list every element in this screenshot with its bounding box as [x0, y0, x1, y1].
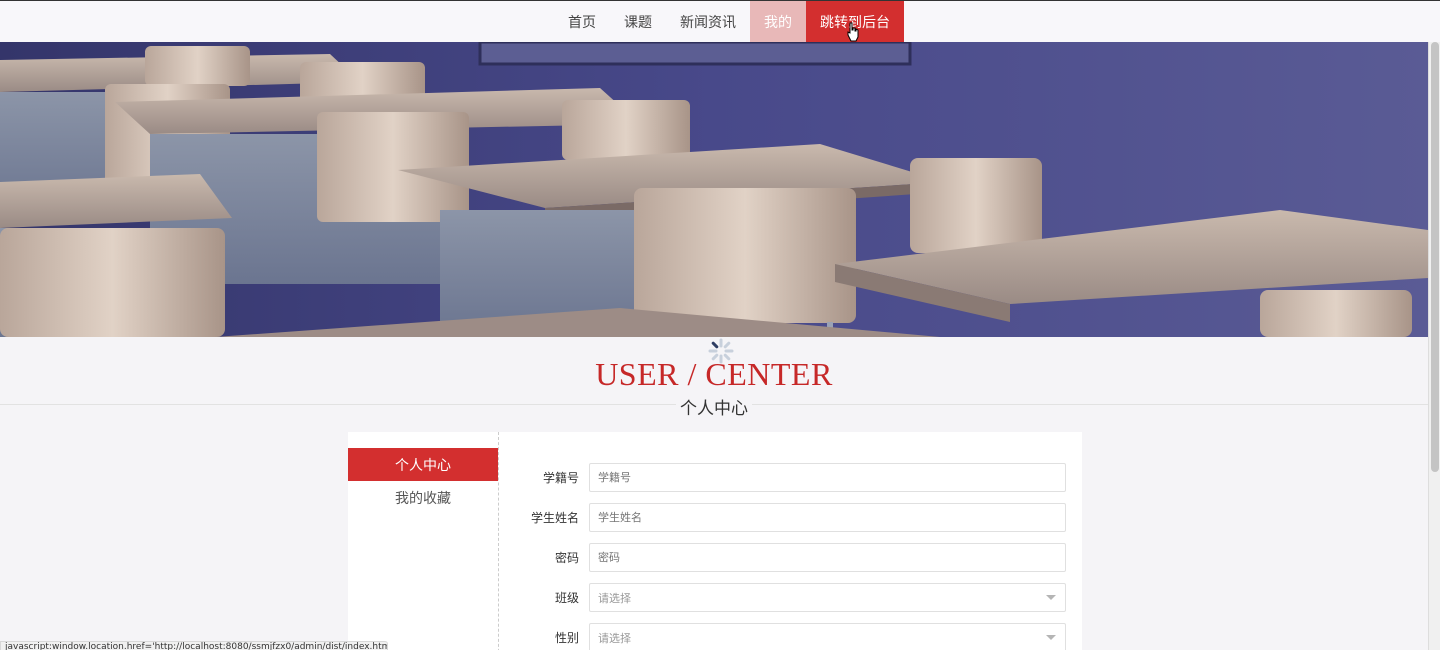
scrollbar-thumb[interactable] [1431, 42, 1439, 472]
form-row-password: 密码 [499, 543, 1066, 572]
section-title-en: USER / CENTER [595, 356, 833, 392]
sidebar-item-my-favorites[interactable]: 我的收藏 [348, 481, 498, 514]
top-nav-bar: 首页 课题 新闻资讯 我的 跳转到后台 [0, 0, 1440, 42]
chevron-down-icon [1046, 635, 1056, 640]
student-no-label: 学籍号 [542, 471, 579, 485]
user-center-card: 个人中心 我的收藏 学籍号 学生姓名 密码 班级 请选择 [348, 432, 1082, 650]
page-scrollbar[interactable] [1428, 42, 1440, 650]
gender-select[interactable]: 请选择 [589, 623, 1066, 650]
page: 首页 课题 新闻资讯 我的 跳转到后台 USER / CENTER 个人中心 个… [0, 0, 1440, 650]
hand-pointer-cursor-icon [847, 22, 859, 42]
section-title-cn-text: 个人中心 [676, 399, 752, 419]
form-row-class: 班级 请选择 [499, 583, 1066, 612]
form-row-gender: 性别 请选择 [499, 623, 1066, 650]
class-label: 班级 [554, 591, 579, 605]
form-row-student-no: 学籍号 [499, 463, 1066, 492]
form-row-student-name: 学生姓名 [499, 503, 1066, 532]
section-title-cn: 个人中心 [0, 394, 1428, 419]
nav-item-home[interactable]: 首页 [554, 1, 610, 42]
user-center-sidebar: 个人中心 我的收藏 [348, 432, 499, 650]
student-name-label: 学生姓名 [530, 511, 579, 525]
banner-image [0, 42, 1428, 337]
gender-label: 性别 [554, 631, 579, 645]
gender-select-value: 请选择 [598, 631, 631, 645]
sidebar-item-personal-center[interactable]: 个人中心 [348, 448, 498, 481]
student-no-input[interactable] [589, 463, 1066, 492]
nav-item-mine[interactable]: 我的 [750, 1, 806, 42]
class-select[interactable]: 请选择 [589, 583, 1066, 612]
nav-item-topics[interactable]: 课题 [610, 1, 666, 42]
chevron-down-icon [1046, 595, 1056, 600]
nav-item-news[interactable]: 新闻资讯 [666, 1, 750, 42]
browser-status-bar: javascript:window.location.href='http://… [0, 641, 388, 650]
password-input[interactable] [589, 543, 1066, 572]
profile-form: 学籍号 学生姓名 密码 班级 请选择 性别 请选择 [499, 432, 1082, 650]
password-label: 密码 [554, 551, 579, 565]
class-select-value: 请选择 [598, 591, 631, 605]
student-name-input[interactable] [589, 503, 1066, 532]
classroom-illustration [0, 42, 1428, 337]
